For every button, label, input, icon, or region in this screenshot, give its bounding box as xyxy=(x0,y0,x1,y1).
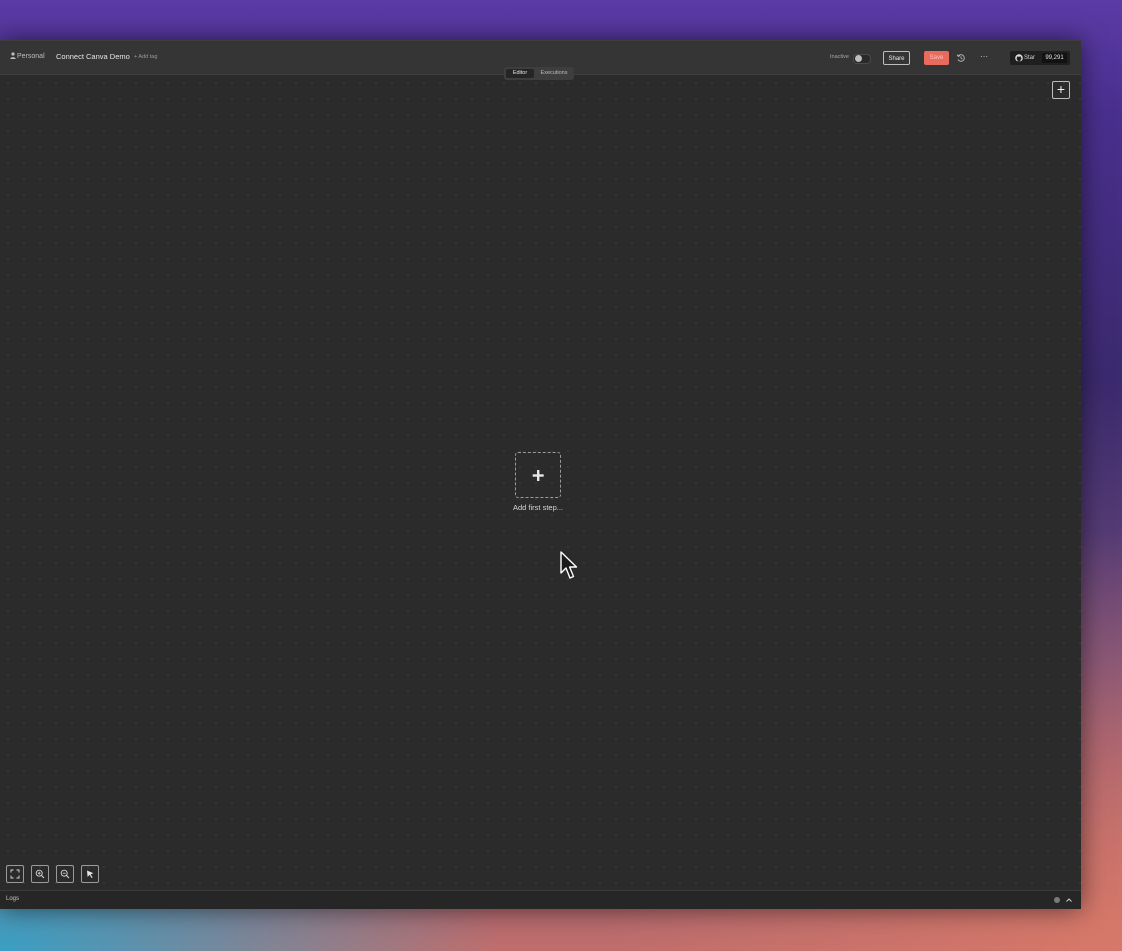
chevron-up-icon[interactable] xyxy=(1065,896,1073,904)
workspace-label: Personal xyxy=(17,53,45,60)
active-toggle[interactable] xyxy=(853,54,871,64)
zoom-in-button[interactable] xyxy=(31,865,49,883)
github-icon xyxy=(1015,54,1023,62)
zoom-out-icon xyxy=(60,869,70,879)
plus-icon xyxy=(532,470,544,481)
zoom-in-icon xyxy=(35,869,45,879)
workflow-title[interactable]: Connect Canva Demo xyxy=(56,52,130,62)
logs-label: Logs xyxy=(6,896,20,902)
tab-executions[interactable]: Executions xyxy=(536,69,572,78)
logs-panel-bar[interactable]: Logs xyxy=(0,890,1081,909)
active-toggle-label: Inactive xyxy=(830,54,849,60)
fit-view-icon xyxy=(10,869,20,879)
select-mode-button[interactable] xyxy=(81,865,99,883)
mouse-pointer-icon xyxy=(560,551,578,579)
more-icon[interactable]: ⋯ xyxy=(979,52,989,62)
cursor-icon xyxy=(87,870,94,878)
toggle-knob xyxy=(855,55,862,62)
save-button[interactable]: Save xyxy=(924,51,949,65)
view-tabs: Editor Executions xyxy=(504,67,574,80)
add-tag-link[interactable]: + Add tag xyxy=(134,52,157,62)
app-window: Personal Connect Canva Demo + Add tag In… xyxy=(0,40,1081,909)
github-star-widget[interactable]: Star 99,291 xyxy=(1010,51,1070,65)
zoom-out-button[interactable] xyxy=(56,865,74,883)
add-first-step-label: Add first step... xyxy=(512,503,564,512)
workspace-breadcrumb[interactable]: Personal xyxy=(10,52,45,62)
status-dot-icon xyxy=(1054,897,1060,903)
tab-editor[interactable]: Editor xyxy=(506,69,534,78)
github-star-count: 99,291 xyxy=(1042,53,1067,63)
add-node-button[interactable]: + xyxy=(1052,81,1070,99)
person-icon xyxy=(10,52,16,59)
add-first-step-button[interactable] xyxy=(515,452,561,498)
plus-icon: + xyxy=(1056,81,1066,97)
workflow-canvas[interactable]: + Add first step... xyxy=(0,75,1081,890)
fit-view-button[interactable] xyxy=(6,865,24,883)
history-icon[interactable] xyxy=(956,53,966,63)
github-star-label: Star xyxy=(1024,55,1036,61)
share-button[interactable]: Share xyxy=(883,51,910,65)
